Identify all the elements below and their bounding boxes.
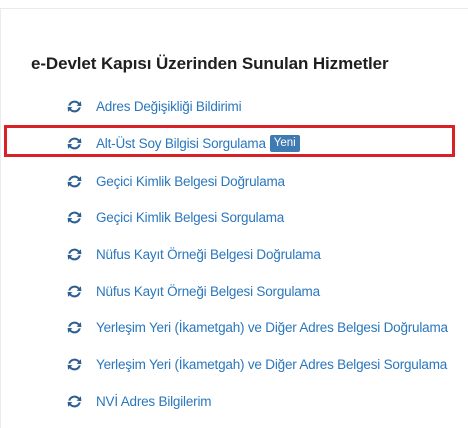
refresh-icon-arrow-bottom: [67, 401, 81, 407]
list-item: NVİ Adres Bilgilerim: [66, 390, 211, 412]
list-item: Nüfus Kayıt Örneği Belgesi Doğrulama: [66, 243, 321, 265]
refresh-icon: [66, 174, 83, 189]
panel-title: e-Devlet Kapısı Üzerinden Sunulan Hizmet…: [31, 54, 389, 73]
list-item: Geçici Kimlik Belgesi Sorgulama: [66, 206, 284, 228]
refresh-icon-arrow-top: [68, 175, 82, 181]
services-panel: e-Devlet Kapısı Üzerinden Sunulan Hizmet…: [0, 0, 468, 428]
refresh-icon: [66, 210, 83, 225]
refresh-icon-arrow-top: [68, 321, 82, 327]
refresh-icon-arrow-top: [68, 248, 82, 254]
refresh-icon-arrow-bottom: [67, 291, 81, 297]
refresh-icon: [66, 136, 83, 151]
service-label: Yerleşim Yeri (İkametgah) ve Diğer Adres…: [96, 319, 448, 335]
new-badge: Yeni: [269, 134, 300, 152]
list-item: Yerleşim Yeri (İkametgah) ve Diğer Adres…: [66, 316, 448, 338]
service-label: Alt-Üst Soy Bilgisi Sorgulama: [96, 135, 266, 151]
service-link-alt-ust-soy-bilgisi-sorgulama[interactable]: Alt-Üst Soy Bilgisi Sorgulama Yeni: [66, 134, 300, 152]
service-link-adres-degisikligi-bildirimi[interactable]: Adres Değişikliği Bildirimi: [66, 98, 242, 114]
list-item: Geçici Kimlik Belgesi Doğrulama: [66, 170, 285, 192]
refresh-icon-arrow-top: [68, 137, 82, 143]
service-label: Geçici Kimlik Belgesi Sorgulama: [96, 209, 285, 225]
service-link-nufus-kayit-ornegi-belgesi-sorgulama[interactable]: Nüfus Kayıt Örneği Belgesi Sorgulama: [66, 284, 320, 299]
refresh-icon-arrow-bottom: [67, 254, 81, 260]
refresh-icon-arrow-top: [68, 211, 82, 217]
service-label: NVİ Adres Bilgilerim: [96, 393, 212, 409]
refresh-icon-arrow-bottom: [67, 327, 81, 333]
service-label: Nüfus Kayıt Örneği Belgesi Sorgulama: [96, 283, 320, 299]
service-label: Nüfus Kayıt Örneği Belgesi Doğrulama: [96, 246, 321, 262]
refresh-icon: [66, 320, 83, 335]
service-link-yerlesim-yeri-belgesi-sorgulama[interactable]: Yerleşim Yeri (İkametgah) ve Diğer Adres…: [66, 357, 447, 372]
service-label: Adres Değişikliği Bildirimi: [96, 98, 242, 114]
refresh-icon-arrow-top: [68, 285, 82, 291]
refresh-icon-arrow-bottom: [67, 143, 81, 149]
refresh-icon-arrow-bottom: [67, 181, 81, 187]
refresh-icon-arrow-top: [68, 100, 82, 106]
service-label: Geçici Kimlik Belgesi Doğrulama: [96, 173, 285, 189]
refresh-icon: [66, 394, 83, 409]
service-link-nufus-kayit-ornegi-belgesi-dogrulama[interactable]: Nüfus Kayıt Örneği Belgesi Doğrulama: [66, 247, 321, 262]
refresh-icon: [66, 99, 83, 114]
refresh-icon-arrow-bottom: [67, 217, 81, 223]
refresh-icon: [66, 357, 83, 372]
refresh-icon-arrow-bottom: [67, 106, 81, 112]
refresh-icon: [66, 284, 83, 299]
service-link-gecici-kimlik-belgesi-dogrulama[interactable]: Geçici Kimlik Belgesi Doğrulama: [66, 174, 285, 189]
service-link-gecici-kimlik-belgesi-sorgulama[interactable]: Geçici Kimlik Belgesi Sorgulama: [66, 210, 284, 225]
list-item: Nüfus Kayıt Örneği Belgesi Sorgulama: [66, 280, 320, 302]
refresh-icon-arrow-bottom: [67, 364, 81, 370]
refresh-icon-arrow-top: [68, 358, 82, 364]
refresh-icon: [66, 247, 83, 262]
list-item: Alt-Üst Soy Bilgisi Sorgulama Yeni: [66, 132, 300, 154]
list-item: Adres Değişikliği Bildirimi: [66, 95, 242, 117]
service-label: Yerleşim Yeri (İkametgah) ve Diğer Adres…: [96, 356, 448, 372]
list-item: Yerleşim Yeri (İkametgah) ve Diğer Adres…: [66, 353, 447, 375]
service-link-yerlesim-yeri-belgesi-dogrulama[interactable]: Yerleşim Yeri (İkametgah) ve Diğer Adres…: [66, 320, 448, 335]
service-link-nvi-adres-bilgilerim[interactable]: NVİ Adres Bilgilerim: [66, 394, 211, 409]
refresh-icon-arrow-top: [68, 395, 82, 401]
